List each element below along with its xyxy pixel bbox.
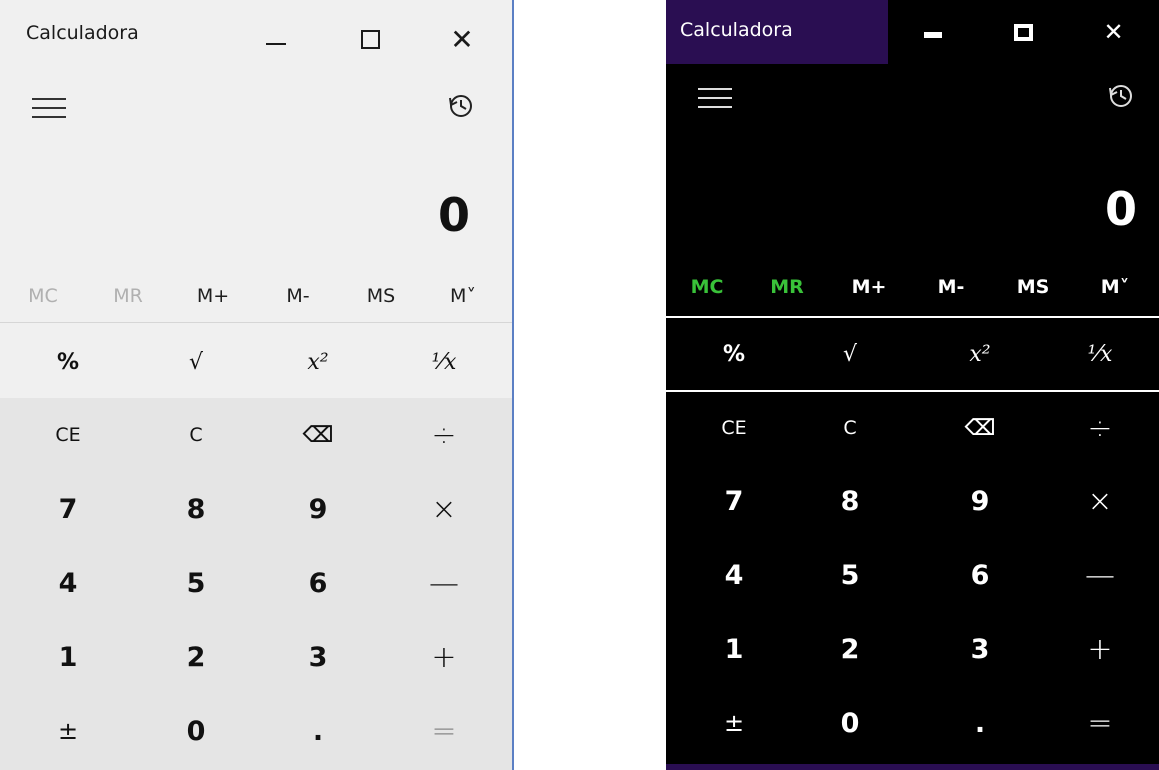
negate-button[interactable]: ±: [20, 694, 116, 768]
square-root-button[interactable]: √: [148, 326, 244, 398]
close-icon: ✕: [1103, 18, 1124, 46]
digit-2-button[interactable]: 2: [802, 612, 898, 686]
digit-2-button[interactable]: 2: [148, 620, 244, 694]
memory-clear-button[interactable]: MC: [666, 258, 748, 316]
minimize-icon: [924, 32, 942, 38]
history-icon: [1109, 85, 1132, 107]
memory-clear-button[interactable]: MC: [0, 270, 86, 322]
maximize-icon: [360, 29, 380, 49]
memory-row: MC MR M+ M- MS M˅: [0, 270, 512, 323]
maximize-button[interactable]: [978, 0, 1068, 64]
function-row: % √ x² ¹⁄x: [0, 326, 512, 398]
divide-button[interactable]: ÷: [396, 398, 492, 472]
percent-button[interactable]: %: [20, 326, 116, 398]
subtract-button[interactable]: —: [1052, 538, 1148, 612]
title-bar: Calculadora ✕: [666, 0, 1159, 64]
window-title: Calculadora: [26, 22, 139, 44]
digit-0-button[interactable]: 0: [802, 686, 898, 760]
keypad: CE C ⌫ ÷ 7 8 9 × 4 5 6 — 1 2 3 + ± 0 . =: [0, 398, 512, 770]
clear-button[interactable]: C: [802, 392, 898, 464]
minimize-button[interactable]: [228, 0, 324, 78]
digit-1-button[interactable]: 1: [20, 620, 116, 694]
add-button[interactable]: +: [396, 620, 492, 694]
digit-3-button[interactable]: 3: [932, 612, 1028, 686]
clear-entry-button[interactable]: CE: [686, 392, 782, 464]
memory-recall-button[interactable]: MR: [85, 270, 171, 322]
equals-button[interactable]: =: [396, 694, 492, 768]
memory-row: MC MR M+ M- MS M˅: [666, 258, 1159, 318]
reciprocal-button[interactable]: ¹⁄x: [1052, 318, 1148, 390]
backspace-button[interactable]: ⌫: [270, 398, 366, 472]
function-row: % √ x² ¹⁄x: [666, 318, 1159, 392]
decimal-button[interactable]: .: [270, 694, 366, 768]
maximize-icon: [1013, 23, 1033, 41]
digit-5-button[interactable]: 5: [148, 546, 244, 620]
digit-5-button[interactable]: 5: [802, 538, 898, 612]
minimize-icon: [266, 43, 286, 45]
digit-3-button[interactable]: 3: [270, 620, 366, 694]
square-button[interactable]: x²: [270, 326, 366, 398]
square-root-button[interactable]: √: [802, 318, 898, 390]
multiply-button[interactable]: ×: [396, 472, 492, 546]
title-bar: Calculadora ✕: [0, 0, 512, 78]
navigation-menu-button[interactable]: [24, 88, 78, 128]
digit-0-button[interactable]: 0: [148, 694, 244, 768]
window-title: Calculadora: [680, 19, 793, 41]
memory-list-button[interactable]: M˅: [420, 270, 506, 322]
memory-subtract-button[interactable]: M-: [255, 270, 341, 322]
percent-button[interactable]: %: [686, 318, 782, 390]
hamburger-icon: [698, 88, 732, 90]
backspace-button[interactable]: ⌫: [932, 392, 1028, 464]
digit-6-button[interactable]: 6: [270, 546, 366, 620]
digit-7-button[interactable]: 7: [20, 472, 116, 546]
memory-store-button[interactable]: MS: [338, 270, 424, 322]
multiply-button[interactable]: ×: [1052, 464, 1148, 538]
memory-add-button[interactable]: M+: [170, 270, 256, 322]
history-icon: [449, 95, 472, 117]
memory-list-button[interactable]: M˅: [1074, 258, 1156, 316]
square-button[interactable]: x²: [932, 318, 1028, 390]
memory-add-button[interactable]: M+: [828, 258, 910, 316]
negate-button[interactable]: ±: [686, 686, 782, 760]
calculator-dark-window: Calculadora ✕ 0 MC MR M+ M- MS M˅ % √ x²…: [666, 0, 1159, 770]
memory-subtract-button[interactable]: M-: [910, 258, 992, 316]
keypad: CE C ⌫ ÷ 7 8 9 × 4 5 6 — 1 2 3 + ± 0 . =: [666, 392, 1159, 764]
close-button[interactable]: ✕: [1068, 0, 1159, 64]
memory-store-button[interactable]: MS: [992, 258, 1074, 316]
navigation-menu-button[interactable]: [690, 78, 744, 118]
digit-9-button[interactable]: 9: [270, 472, 366, 546]
close-button[interactable]: ✕: [414, 0, 510, 78]
result-display: 0: [1104, 182, 1137, 236]
clear-button[interactable]: C: [148, 398, 244, 472]
digit-8-button[interactable]: 8: [148, 472, 244, 546]
maximize-button[interactable]: [322, 0, 418, 78]
digit-4-button[interactable]: 4: [20, 546, 116, 620]
digit-1-button[interactable]: 1: [686, 612, 782, 686]
result-display: 0: [437, 188, 470, 242]
bottom-border: [666, 764, 1159, 770]
equals-button[interactable]: =: [1052, 686, 1148, 760]
digit-4-button[interactable]: 4: [686, 538, 782, 612]
hamburger-icon: [32, 98, 66, 100]
divide-button[interactable]: ÷: [1052, 392, 1148, 464]
history-button[interactable]: [430, 84, 490, 132]
decimal-button[interactable]: .: [932, 686, 1028, 760]
digit-7-button[interactable]: 7: [686, 464, 782, 538]
close-icon: ✕: [450, 22, 474, 56]
minimize-button[interactable]: [888, 0, 978, 64]
add-button[interactable]: +: [1052, 612, 1148, 686]
calculator-light-window: Calculadora ✕ 0 MC MR M+ M- MS M˅ % √ x²…: [0, 0, 514, 770]
digit-8-button[interactable]: 8: [802, 464, 898, 538]
digit-6-button[interactable]: 6: [932, 538, 1028, 612]
reciprocal-button[interactable]: ¹⁄x: [396, 326, 492, 398]
digit-9-button[interactable]: 9: [932, 464, 1028, 538]
history-button[interactable]: [1090, 76, 1150, 120]
subtract-button[interactable]: —: [396, 546, 492, 620]
clear-entry-button[interactable]: CE: [20, 398, 116, 472]
memory-recall-button[interactable]: MR: [746, 258, 828, 316]
